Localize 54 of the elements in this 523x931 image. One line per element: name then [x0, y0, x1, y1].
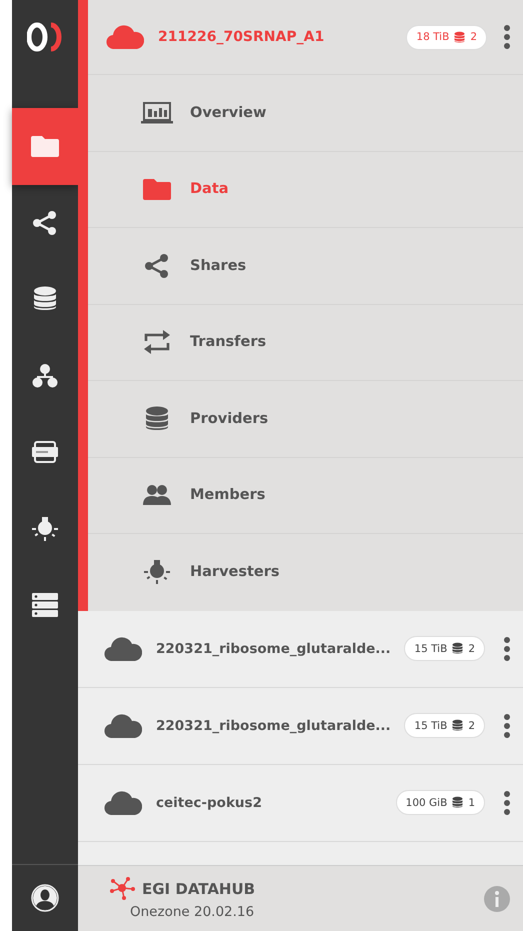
size-label: 18 TiB — [416, 31, 450, 43]
space-menu-item[interactable]: Data — [88, 152, 523, 228]
space-name: 220321_ribosome_glutaralde... — [156, 640, 392, 656]
more-options-icon[interactable] — [503, 712, 511, 738]
space-name: 220321_ribosome_glutaralde... — [156, 718, 392, 734]
space-row[interactable]: 220321_ribosome_glutaralde... 15 TiB 2 — [78, 688, 523, 764]
provider-count: 2 — [468, 720, 475, 732]
database-icon — [452, 642, 464, 655]
space-menu-item[interactable]: Transfers — [88, 304, 523, 381]
size-label: 100 GiB — [406, 796, 448, 808]
share-icon — [32, 210, 58, 236]
space-name: ceitec-pokus2 — [156, 794, 263, 810]
folder-icon — [143, 178, 171, 200]
cloud-icon — [104, 790, 142, 814]
space-row[interactable]: 220321_ribosome_glutaralde... 15 TiB 2 — [78, 610, 523, 688]
share-icon — [144, 252, 170, 279]
database-icon — [454, 30, 466, 44]
more-options-icon[interactable] — [503, 636, 511, 662]
cluster-icon — [32, 362, 58, 389]
size-label: 15 TiB — [414, 720, 448, 732]
cloud-icon — [104, 714, 142, 738]
overview-icon — [141, 102, 173, 124]
database-icon — [33, 286, 57, 312]
user-avatar-icon[interactable] — [31, 884, 59, 912]
space-menu-item[interactable]: Harvesters — [88, 534, 523, 610]
cloud-icon — [104, 636, 142, 660]
space-name: 211226_70SRNAP_A1 — [158, 29, 326, 45]
bulb-icon — [143, 559, 171, 586]
transfers-icon — [143, 328, 171, 356]
token-icon — [32, 441, 58, 464]
cloud-icon — [106, 25, 144, 49]
network-icon — [110, 877, 136, 901]
space-menu-item[interactable]: Members — [88, 458, 523, 534]
provider-count: 2 — [470, 31, 477, 43]
database-icon — [452, 796, 464, 809]
provider-count: 2 — [468, 642, 475, 654]
bulb-icon — [31, 516, 59, 542]
database-icon — [452, 719, 464, 732]
more-options-icon[interactable] — [503, 24, 511, 50]
folder-icon — [31, 135, 59, 158]
members-icon — [143, 484, 171, 506]
provider-count: 1 — [468, 796, 475, 808]
database-icon — [145, 406, 169, 432]
app-title: EGI DATAHUB — [142, 880, 256, 898]
space-row[interactable]: ceitec-pokus2 100 GiB 1 — [78, 764, 523, 842]
version-label: Onezone 20.02.16 — [130, 904, 256, 920]
space-menu-item[interactable]: Providers — [88, 381, 523, 458]
more-options-icon[interactable] — [503, 790, 511, 816]
size-label: 15 TiB — [414, 642, 448, 654]
server-icon — [32, 593, 58, 618]
space-header[interactable]: 211226_70SRNAP_A1 18 TiB 2 — [88, 0, 523, 75]
logo-icon[interactable] — [27, 22, 63, 52]
space-menu-item[interactable]: Shares — [88, 228, 523, 304]
space-menu-item[interactable]: Overview — [88, 75, 523, 152]
